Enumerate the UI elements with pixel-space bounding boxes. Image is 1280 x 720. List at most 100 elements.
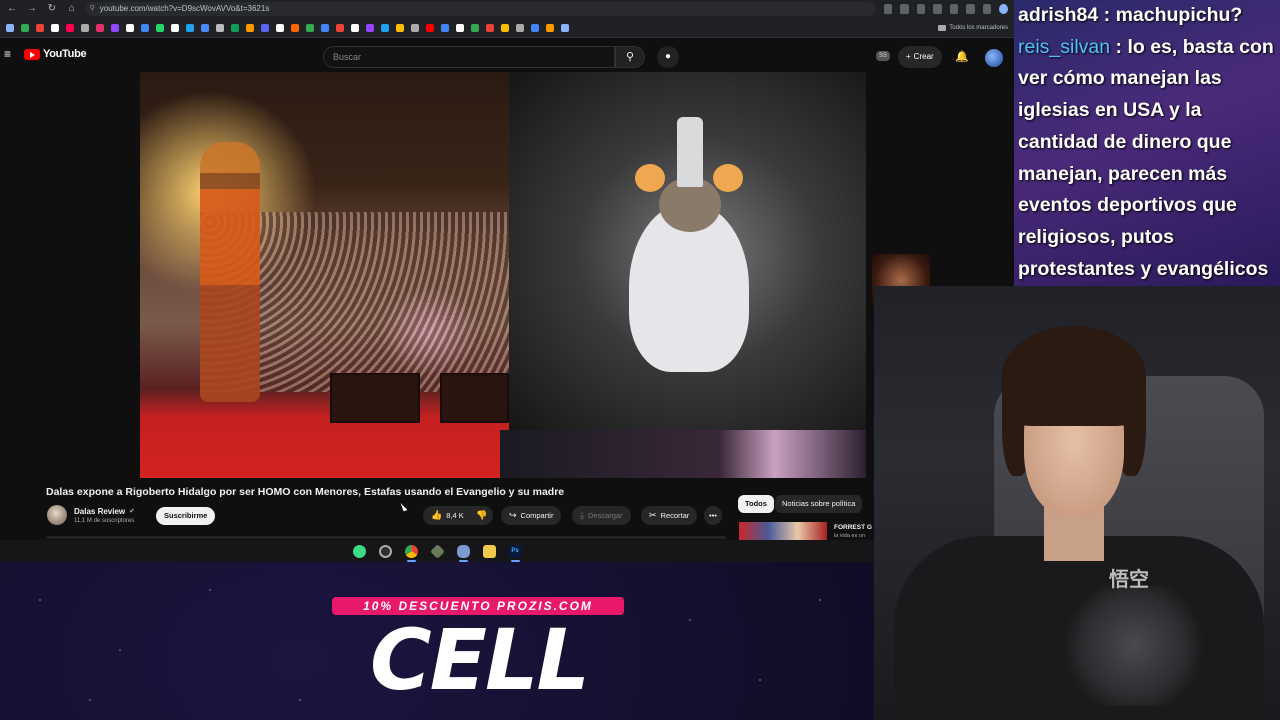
photoshop-app-icon[interactable]: Ps (508, 544, 522, 562)
download-icon: ⤓ (580, 510, 584, 520)
bookmark-icon[interactable] (36, 23, 44, 32)
bookmark-icon[interactable] (441, 23, 449, 32)
bookmark-icon[interactable] (276, 23, 284, 32)
chrome-app-icon[interactable] (404, 544, 418, 562)
menu-icon[interactable]: ≡ (4, 47, 18, 61)
bookmark-icon[interactable] (216, 23, 224, 32)
extension-icon[interactable] (933, 4, 942, 14)
account-avatar[interactable] (985, 49, 1003, 67)
bookmark-icon[interactable] (66, 23, 74, 32)
bookmark-icon[interactable] (456, 23, 464, 32)
ss-badge[interactable]: SS (876, 51, 890, 61)
bookmark-icon[interactable] (516, 23, 524, 32)
chef-hat-image (677, 117, 703, 187)
channel-avatar[interactable] (47, 505, 67, 525)
recommended-thumbnail[interactable] (739, 522, 827, 540)
bookmark-icon[interactable] (531, 23, 539, 32)
chat-text: lo es, basta con ver cómo manejan las ig… (1018, 35, 1274, 280)
share-button[interactable]: ↪ Compartir (501, 506, 562, 525)
bookmark-star-icon[interactable] (900, 4, 909, 14)
bookmark-icon[interactable] (141, 23, 149, 32)
url-text: youtube.com/watch?v=D9scWovAVVo&t=3621s (99, 4, 270, 13)
url-bar[interactable]: ⚲ youtube.com/watch?v=D9scWovAVVo&t=3621… (85, 2, 876, 16)
extension-icon[interactable] (982, 4, 992, 14)
obs-app-icon[interactable] (378, 544, 392, 558)
back-icon[interactable]: ← (6, 2, 18, 16)
more-icon: ••• (709, 511, 717, 520)
home-icon[interactable]: ⌂ (66, 2, 78, 16)
bookmark-icon[interactable] (186, 23, 194, 32)
bookmark-icon[interactable] (246, 23, 254, 32)
recommended-title[interactable]: FORREST G (834, 524, 872, 531)
bookmark-icon[interactable] (81, 23, 89, 32)
extension-icon[interactable] (916, 4, 926, 14)
folder-icon (938, 24, 947, 31)
search-button[interactable]: ⚲ (615, 46, 645, 68)
create-button[interactable]: + Crear (898, 46, 942, 68)
bookmark-icon[interactable] (156, 23, 164, 32)
bookmark-icon[interactable] (561, 23, 569, 32)
app-icon[interactable] (456, 544, 470, 562)
extension-icon[interactable] (966, 4, 975, 14)
bookmark-icon[interactable] (471, 23, 479, 32)
download-label: Descargar (587, 511, 623, 520)
channel-name[interactable]: Dalas Review (74, 507, 125, 516)
extension-icon[interactable] (883, 4, 893, 14)
notifications-bell-icon[interactable]: 🔔 (955, 50, 969, 63)
chip-politics-news[interactable]: Noticias sobre política (775, 495, 863, 513)
bookmark-icon[interactable] (306, 23, 314, 32)
share-icon: ↪ (509, 510, 517, 520)
bookmark-icon[interactable] (336, 23, 344, 32)
android-app-icon[interactable] (352, 544, 366, 558)
subscribe-button[interactable]: Suscribirme (156, 507, 216, 525)
forward-icon[interactable]: → (26, 2, 38, 16)
bookmark-icon[interactable] (171, 23, 179, 32)
bookmark-icon[interactable] (501, 23, 509, 32)
file-explorer-icon[interactable] (482, 544, 496, 558)
app-icon[interactable] (429, 543, 445, 559)
search-icon: ⚲ (625, 51, 635, 63)
all-bookmarks-label: Todos los marcadores (949, 24, 1008, 31)
bookmark-icon[interactable] (6, 23, 14, 32)
video-title: Dalas expone a Rigoberto Hidalgo por ser… (46, 486, 565, 498)
bookmark-icon[interactable] (291, 23, 299, 32)
bookmark-icon[interactable] (351, 23, 359, 32)
dislike-button[interactable]: 👎 (470, 506, 494, 525)
bookmark-icon[interactable] (426, 23, 434, 32)
reload-icon[interactable]: ↻ (46, 2, 58, 16)
bookmark-icon[interactable] (546, 23, 554, 32)
shirt-print-image (1054, 586, 1214, 706)
stage-speaker (330, 373, 420, 423)
bookmark-icon[interactable] (231, 23, 239, 32)
bookmark-icon[interactable] (381, 23, 389, 32)
bookmark-icon[interactable] (201, 23, 209, 32)
clip-button[interactable]: ✂ Recortar (641, 506, 698, 525)
voice-search-button[interactable]: ● (657, 46, 679, 68)
bookmark-icon[interactable] (396, 23, 404, 32)
more-actions-button[interactable]: ••• (704, 506, 722, 525)
promo-logo-text: CELL (369, 611, 590, 709)
bookmark-icon[interactable] (126, 23, 134, 32)
all-bookmarks-folder[interactable]: Todos los marcadores (938, 24, 1008, 31)
bookmark-icon[interactable] (111, 23, 119, 32)
extension-icon[interactable] (949, 4, 959, 14)
chip-all[interactable]: Todos (738, 495, 774, 513)
youtube-logo[interactable]: YouTube (24, 48, 87, 60)
profile-icon[interactable] (999, 4, 1008, 14)
bookmark-icon[interactable] (411, 23, 419, 32)
bookmark-icon[interactable] (21, 23, 29, 32)
bookmark-icon[interactable] (366, 23, 374, 32)
chat-separator: : (1110, 35, 1128, 58)
bookmark-icon[interactable] (321, 23, 329, 32)
search-input[interactable]: Buscar (323, 46, 615, 68)
bookmark-icon[interactable] (486, 23, 494, 32)
share-label: Compartir (520, 511, 554, 520)
youtube-logo-text: YouTube (43, 48, 87, 60)
download-button[interactable]: ⤓ Descargar (572, 506, 631, 525)
bookmark-icon[interactable] (261, 23, 269, 32)
video-player[interactable] (140, 72, 866, 478)
like-button[interactable]: 👍 8,4 K (423, 506, 470, 525)
video-frame-mouse (509, 72, 866, 430)
bookmark-icon[interactable] (96, 23, 104, 32)
bookmark-icon[interactable] (51, 23, 59, 32)
